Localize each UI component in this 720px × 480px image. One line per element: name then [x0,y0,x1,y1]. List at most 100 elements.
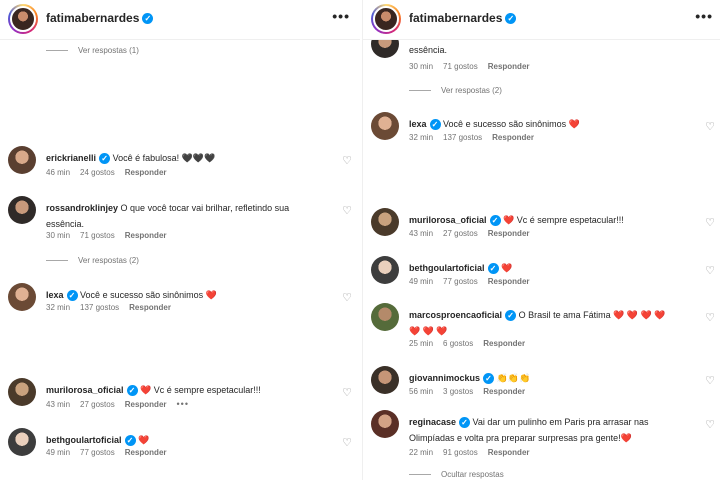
comment-username[interactable]: rossandroklinjey [46,203,118,213]
reply-button[interactable]: Responder [488,448,530,457]
view-replies-button[interactable]: Ver respostas (2) [46,256,139,265]
comment-likes[interactable]: 137 gostos [443,133,482,142]
comment-time: 25 min [409,339,434,348]
comment-likes[interactable]: 137 gostos [80,303,119,312]
reply-button[interactable]: Responder [129,303,171,312]
view-replies-button[interactable]: Ver respostas (2) [409,86,502,95]
comment-username[interactable]: erickrianelli [46,153,96,163]
like-heart-icon[interactable]: ♡ [342,436,352,449]
comment-likes[interactable]: 77 gostos [443,277,478,286]
reply-button[interactable]: Responder [492,133,534,142]
commenter-avatar[interactable] [371,256,399,284]
replies-line [409,90,431,92]
more-options-icon[interactable]: ••• [695,8,713,24]
replies-line [46,260,68,262]
verified-icon: ✓ [66,290,78,302]
comment-meta: 25 min 6 gostos Responder [409,339,535,348]
hide-replies-label[interactable]: Ocultar respostas [441,470,504,479]
comment-likes[interactable]: 77 gostos [80,448,115,457]
comment-meta: 32 min 137 gostos Responder [409,133,544,142]
author-avatar[interactable] [371,4,401,34]
view-replies-label[interactable]: Ver respostas (2) [441,86,502,95]
commenter-avatar[interactable] [8,283,36,311]
like-heart-icon[interactable]: ♡ [705,120,715,133]
view-replies-button[interactable]: Ver respostas (1) [46,46,139,55]
author-username-wrap[interactable]: fatimabernardes ✓ [46,11,154,25]
more-options-icon[interactable]: ••• [332,8,350,24]
commenter-avatar[interactable] [371,303,399,331]
comment-meta: 30 min 71 gostos Responder [409,62,540,71]
comment-body: essência. [409,42,679,58]
verified-icon: ✓ [142,13,154,25]
comment-more-icon[interactable]: ••• [177,399,189,409]
comment-username[interactable]: murilorosa_oficial [409,215,487,225]
like-heart-icon[interactable]: ♡ [705,418,715,431]
verified-icon: ✓ [459,417,471,429]
comment-likes[interactable]: 6 gostos [443,339,473,348]
author-avatar[interactable] [8,4,38,34]
author-username[interactable]: fatimabernardes [46,11,139,25]
comment-likes[interactable]: 27 gostos [80,400,115,409]
comment-likes[interactable]: 27 gostos [443,229,478,238]
like-heart-icon[interactable]: ♡ [705,374,715,387]
comment-meta: 32 min 137 gostos Responder [46,303,181,312]
commenter-avatar[interactable] [371,410,399,438]
verified-icon: ✓ [505,13,517,25]
comment-text: essência. [409,45,448,55]
comment-username[interactable]: murilorosa_oficial [46,385,124,395]
comment-text: 👏👏👏 [496,373,531,383]
verified-icon: ✓ [505,310,517,322]
reply-button[interactable]: Responder [488,62,530,71]
comment-time: 32 min [46,303,71,312]
commenter-avatar[interactable] [371,112,399,140]
commenter-avatar[interactable] [371,208,399,236]
comment-likes[interactable]: 3 gostos [443,387,473,396]
like-heart-icon[interactable]: ♡ [705,264,715,277]
commenter-avatar[interactable] [8,428,36,456]
verified-icon: ✓ [429,119,441,131]
comment-username[interactable]: lexa [46,290,64,300]
like-heart-icon[interactable]: ♡ [705,311,715,324]
hide-replies-button[interactable]: Ocultar respostas [409,470,504,479]
comment-username[interactable]: bethgoulartoficial [46,435,122,445]
reply-button[interactable]: Responder [483,387,525,396]
like-heart-icon[interactable]: ♡ [342,291,352,304]
comment-likes[interactable]: 91 gostos [443,448,478,457]
comment-time: 43 min [409,229,434,238]
comment-likes[interactable]: 24 gostos [80,168,115,177]
like-heart-icon[interactable]: ♡ [342,204,352,217]
comment-text: ❤️ [138,435,150,445]
comment-likes[interactable]: 71 gostos [443,62,478,71]
like-heart-icon[interactable]: ♡ [705,216,715,229]
like-heart-icon[interactable]: ♡ [342,386,352,399]
comment-username[interactable]: bethgoulartoficial [409,263,485,273]
verified-icon: ✓ [483,373,495,385]
reply-button[interactable]: Responder [488,229,530,238]
view-replies-label[interactable]: Ver respostas (1) [78,46,139,55]
comment-likes[interactable]: 71 gostos [80,231,115,240]
author-username-wrap[interactable]: fatimabernardes ✓ [409,11,517,25]
commenter-avatar[interactable] [371,366,399,394]
reply-button[interactable]: Responder [125,168,167,177]
author-username[interactable]: fatimabernardes [409,11,502,25]
comment-time: 49 min [409,277,434,286]
comment-username[interactable]: giovannimockus [409,373,480,383]
like-heart-icon[interactable]: ♡ [342,154,352,167]
commenter-avatar[interactable] [8,196,36,224]
comment-username[interactable]: reginacase [409,417,456,427]
comment-meta: 49 min 77 gostos Responder [409,277,540,286]
comment-text: ❤️ Vc é sempre espetacular!!! [503,215,624,225]
reply-button[interactable]: Responder [483,339,525,348]
comment-body: erickrianelli ✓ Você é fabulosa! 🖤🖤🖤 [46,150,316,166]
replies-line [409,474,431,476]
reply-button[interactable]: Responder [488,277,530,286]
reply-button[interactable]: Responder [125,448,167,457]
commenter-avatar[interactable] [8,146,36,174]
comment-username[interactable]: marcosproencaoficial [409,310,502,320]
view-replies-label[interactable]: Ver respostas (2) [78,256,139,265]
reply-button[interactable]: Responder [125,231,167,240]
right-panel: fatimabernardes ✓ ••• essência. 30 min 71 … [362,0,720,480]
reply-button[interactable]: Responder [125,400,167,409]
comment-username[interactable]: lexa [409,119,427,129]
commenter-avatar[interactable] [8,378,36,406]
